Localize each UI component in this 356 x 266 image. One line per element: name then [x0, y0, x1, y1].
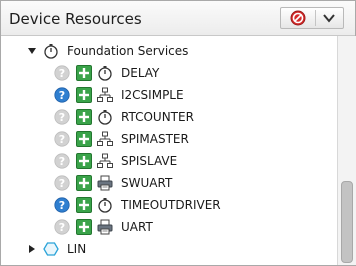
svg-text:?: ? [59, 89, 65, 102]
tree-item[interactable]: ? UART [1, 216, 337, 238]
tree-item-label: SPISLAVE [121, 154, 178, 168]
expand-arrow-icon[interactable] [27, 46, 37, 56]
help-icon[interactable]: ? [54, 65, 70, 81]
device-resources-panel: Device Resources Foundation Services ? D… [0, 0, 356, 266]
stopwatch-icon [98, 110, 112, 125]
tree-item[interactable]: ? TIMEOUTDRIVER [1, 194, 337, 216]
filter-dropdown-button[interactable] [280, 7, 344, 29]
add-icon[interactable] [76, 109, 92, 125]
tree-item[interactable]: ? SPIMASTER [1, 128, 337, 150]
button-divider [315, 10, 316, 26]
add-icon[interactable] [76, 87, 92, 103]
tree-item[interactable]: ? RTCOUNTER [1, 106, 337, 128]
tree-item-label: SPIMASTER [121, 132, 189, 146]
svg-text:?: ? [59, 133, 65, 146]
help-icon[interactable]: ? [54, 131, 70, 147]
help-icon[interactable]: ? [54, 87, 70, 103]
tree-group-label: Foundation Services [67, 44, 189, 58]
panel-title: Device Resources [9, 10, 142, 28]
stop-icon [290, 10, 306, 26]
add-icon[interactable] [76, 175, 92, 191]
add-icon[interactable] [76, 65, 92, 81]
tree-group-lin[interactable]: LIN [1, 238, 337, 260]
svg-text:?: ? [59, 199, 65, 212]
tree-item-label: RTCOUNTER [121, 110, 194, 124]
panel-header: Device Resources [1, 1, 355, 36]
svg-text:?: ? [59, 111, 65, 124]
tree-item[interactable]: ? SPISLAVE [1, 150, 337, 172]
printer-icon [97, 219, 113, 235]
network-tree-icon [97, 131, 113, 146]
hexagon-icon [43, 242, 59, 256]
svg-text:?: ? [59, 177, 65, 190]
tree-item-label: DELAY [121, 66, 160, 80]
svg-text:?: ? [59, 155, 65, 168]
help-icon[interactable]: ? [54, 219, 70, 235]
help-icon[interactable]: ? [54, 175, 70, 191]
help-icon[interactable]: ? [54, 153, 70, 169]
collapsed-arrow-icon[interactable] [27, 244, 37, 254]
add-icon[interactable] [76, 153, 92, 169]
network-tree-icon [97, 153, 113, 168]
chevron-down-icon [323, 14, 335, 23]
network-tree-icon [97, 87, 113, 102]
svg-text:?: ? [59, 221, 65, 234]
svg-text:?: ? [59, 67, 65, 80]
help-icon[interactable]: ? [54, 197, 70, 213]
stopwatch-icon [98, 198, 112, 213]
tree-item[interactable]: ? I2CSIMPLE [1, 84, 337, 106]
add-icon[interactable] [76, 219, 92, 235]
tree-item-label: TIMEOUTDRIVER [121, 198, 221, 212]
printer-icon [97, 175, 113, 191]
add-icon[interactable] [76, 197, 92, 213]
tree-item-label: UART [121, 220, 153, 234]
scrollbar-thumb[interactable] [341, 181, 353, 263]
resource-tree: Foundation Services ? DELAY? I2CSIMPLE? RTC… [1, 36, 337, 265]
tree-item[interactable]: ? SWUART [1, 172, 337, 194]
vertical-scrollbar[interactable] [337, 36, 356, 265]
add-icon[interactable] [76, 131, 92, 147]
tree-item-label: SWUART [121, 176, 173, 190]
tree-group-foundation-services[interactable]: Foundation Services [1, 40, 337, 62]
help-icon[interactable]: ? [54, 109, 70, 125]
stopwatch-icon [98, 66, 112, 81]
tree-group-label: LIN [67, 242, 87, 256]
tree-item[interactable]: ? DELAY [1, 62, 337, 84]
stopwatch-icon [44, 44, 58, 59]
tree-item-label: I2CSIMPLE [121, 88, 184, 102]
